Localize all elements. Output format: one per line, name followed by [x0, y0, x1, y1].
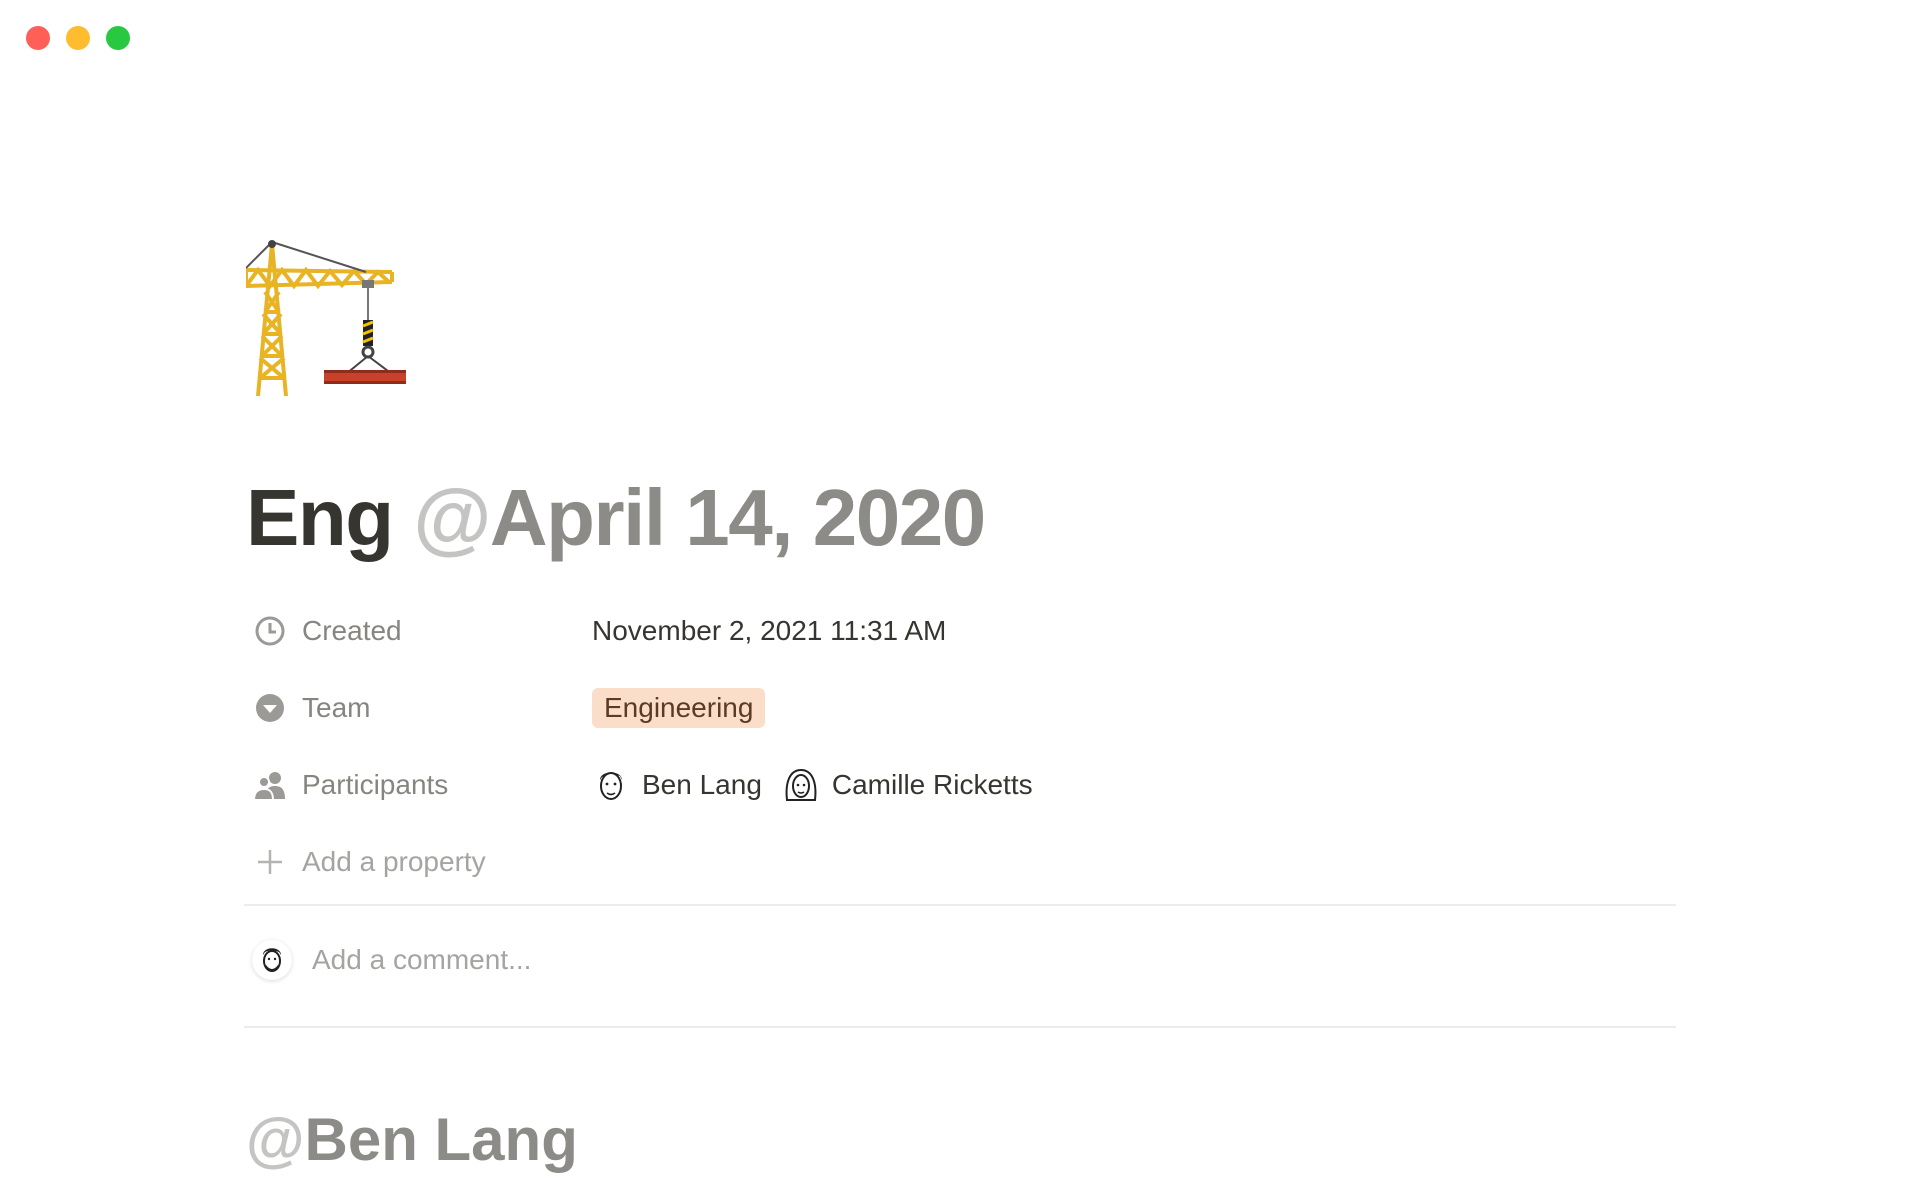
section-heading[interactable]: @Ben Lang [246, 1104, 578, 1176]
team-value[interactable]: Engineering [592, 687, 766, 728]
property-label: Team [302, 691, 371, 723]
close-window-button[interactable] [26, 26, 50, 50]
created-time-value: November 2, 2021 11:31 AM [592, 614, 947, 646]
clock-icon [252, 613, 288, 649]
team-tag[interactable]: Engineering [592, 687, 766, 728]
plus-icon [252, 844, 288, 880]
date-mention-prefix: @ [413, 473, 491, 562]
properties-panel: Created November 2, 2021 11:31 AM Team E… [252, 592, 1672, 900]
select-circle-icon [252, 690, 288, 726]
avatar [592, 766, 630, 804]
property-participants-name[interactable]: Participants [252, 767, 592, 803]
building-construction-crane-icon[interactable] [244, 238, 414, 400]
user-mention-prefix: @ [246, 1106, 305, 1173]
property-team[interactable]: Team Engineering [252, 669, 1672, 746]
notion-page: Eng @April 14, 2020 Created November 2, … [0, 0, 1920, 1200]
zoom-window-button[interactable] [106, 26, 130, 50]
property-participants[interactable]: Participants Ben Lang Camille Ricketts [252, 746, 1672, 823]
divider [244, 904, 1676, 906]
person-name: Ben Lang [642, 768, 762, 800]
user-mention[interactable]: Ben Lang [305, 1106, 578, 1173]
add-property-label: Add a property [302, 845, 486, 877]
minimize-window-button[interactable] [66, 26, 90, 50]
property-label: Created [302, 614, 402, 646]
add-property-button[interactable]: Add a property [252, 823, 1672, 900]
person-ben-lang[interactable]: Ben Lang [592, 766, 762, 804]
avatar [252, 940, 292, 980]
divider [244, 1026, 1676, 1028]
date-mention[interactable]: April 14, 2020 [490, 473, 986, 562]
avatar [782, 766, 820, 804]
people-icon [252, 767, 288, 803]
comment-bar [252, 940, 1012, 980]
property-team-name[interactable]: Team [252, 690, 592, 726]
property-created[interactable]: Created November 2, 2021 11:31 AM [252, 592, 1672, 669]
property-created-name[interactable]: Created [252, 613, 592, 649]
property-label: Participants [302, 768, 449, 800]
person-name: Camille Ricketts [831, 768, 1033, 800]
window-controls [26, 26, 130, 50]
page-title-text: Eng [246, 473, 394, 562]
person-camille-ricketts[interactable]: Camille Ricketts [782, 766, 1033, 804]
add-property-row: Add a property [252, 844, 592, 880]
participants-value[interactable]: Ben Lang Camille Ricketts [592, 766, 1053, 804]
comment-input[interactable] [312, 944, 1012, 976]
page-title[interactable]: Eng @April 14, 2020 [246, 470, 986, 566]
